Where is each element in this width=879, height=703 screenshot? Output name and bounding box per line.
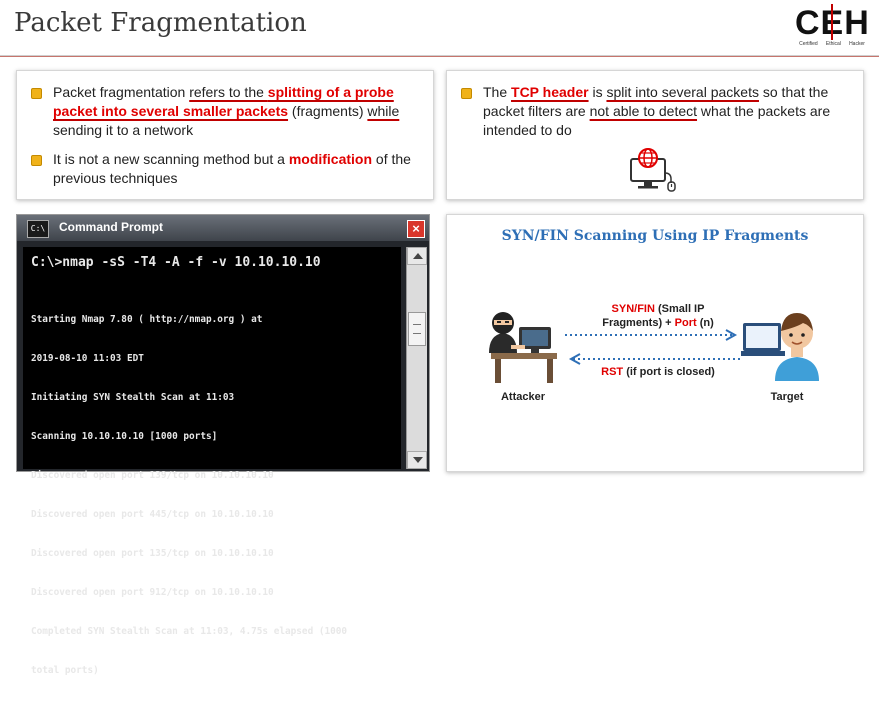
cmd-app-icon: C:\ xyxy=(27,220,49,238)
tcp-text-4: split into several packets xyxy=(606,84,759,100)
bullet-item: The TCP header is split into several pac… xyxy=(459,83,847,140)
tcp-text-6: not able to detect xyxy=(589,103,698,119)
cmd-output-line: Discovered open port 139/tcp on 10.10.10… xyxy=(31,470,274,481)
cmd-console[interactable]: C:\>nmap -sS -T4 -A -f -v 10.10.10.10 St… xyxy=(23,247,401,676)
cmd-titlebar[interactable]: C:\ Command Prompt × xyxy=(17,215,429,241)
diagram-card: SYN/FIN Scanning Using IP Fragments Atta… xyxy=(446,214,864,472)
diagram-title: SYN/FIN Scanning Using IP Fragments xyxy=(501,228,809,244)
cmd-title: Command Prompt xyxy=(59,220,164,234)
arrow-down-icon xyxy=(413,457,423,463)
definition-card: Packet fragmentation refers to the split… xyxy=(16,70,434,200)
cmd-output: Starting Nmap 7.80 ( http://nmap.org ) a… xyxy=(31,287,347,703)
bullet-item: Packet fragmentation refers to the split… xyxy=(29,83,417,140)
cmd-command-line: C:\>nmap -sS -T4 -A -f -v 10.10.10.10 xyxy=(31,255,321,270)
logo-sub-1: Certified xyxy=(799,41,818,47)
cmd-output-line: total ports) xyxy=(31,665,99,676)
tcp-header-card: The TCP header is split into several pac… xyxy=(446,70,864,200)
bullet1-text-2: refers to the xyxy=(189,84,268,100)
arrow-up-icon xyxy=(413,253,423,259)
cmd-output-line: 2019-08-10 11:03 EDT xyxy=(31,353,144,364)
syn-fin-label: SYN/FIN (Small IP Fragments) + Port (n) xyxy=(573,302,743,330)
tcp-bullets: The TCP header is split into several pac… xyxy=(459,83,847,140)
tcp-text-1: The xyxy=(483,84,512,100)
cmd-output-line: Discovered open port 912/tcp on 10.10.10… xyxy=(31,587,274,598)
syn-fin-port: Port xyxy=(674,317,697,329)
syn-fin-n: (n) xyxy=(696,317,714,329)
rst-condition: (if port is closed) xyxy=(623,366,715,378)
cmd-output-line: Scanning 10.10.10.10 [1000 ports] xyxy=(31,431,218,442)
cmd-output-line: Starting Nmap 7.80 ( http://nmap.org ) a… xyxy=(31,314,263,325)
close-icon[interactable]: × xyxy=(407,220,425,238)
cmd-output-line: Discovered open port 445/tcp on 10.10.10… xyxy=(31,509,274,520)
arrows xyxy=(565,329,741,365)
attacker-label: Attacker xyxy=(500,391,546,403)
syn-fin-text: SYN/FIN xyxy=(611,303,655,315)
attacker-icon xyxy=(489,312,557,383)
ceh-logo: CEH Certified Ethical Hacker xyxy=(795,4,869,50)
scroll-down-button[interactable] xyxy=(407,451,427,469)
rst-text: RST xyxy=(601,366,624,378)
vertical-scrollbar[interactable] xyxy=(406,247,427,469)
page-title: Packet Fragmentation xyxy=(14,8,307,38)
syn-fin-small-ip: (Small IP xyxy=(654,303,705,315)
tcp-highlight: TCP header xyxy=(511,84,589,100)
bullet-icon xyxy=(31,155,42,166)
logo-sub-3: Hacker xyxy=(849,41,865,47)
cmd-output-line: Discovered open port 135/tcp on 10.10.10… xyxy=(31,548,274,559)
bullet-icon xyxy=(31,88,42,99)
bullet2-highlight: modification xyxy=(288,151,373,167)
tcp-text-3: is xyxy=(588,84,607,100)
bullet1-text-5: while xyxy=(367,103,400,119)
bullet-item: It is not a new scanning method but a mo… xyxy=(29,150,417,188)
cmd-output-line: Initiating SYN Stealth Scan at 11:03 xyxy=(31,392,235,403)
logo-bar xyxy=(831,4,833,40)
header-accent-line xyxy=(0,56,879,57)
logo-sub-2: Ethical xyxy=(825,41,841,47)
network-monitor-icon xyxy=(630,148,676,192)
bullet2-text-1: It is not a new scanning method but a xyxy=(53,151,289,167)
target-icon xyxy=(741,313,819,381)
scroll-up-button[interactable] xyxy=(407,247,427,265)
bullet1-text-6: sending it to a network xyxy=(53,122,194,138)
bullet-icon xyxy=(461,88,472,99)
target-label: Target xyxy=(770,391,804,403)
bullet1-text-1: Packet fragmentation xyxy=(53,84,190,100)
syn-fin-fragments: Fragments) + xyxy=(602,317,675,329)
logo-subtitle: Certified Ethical Hacker xyxy=(795,41,869,47)
scroll-thumb[interactable] xyxy=(408,312,426,346)
rst-label: RST (if port is closed) xyxy=(573,366,743,378)
command-prompt-window: C:\ Command Prompt × C:\>nmap -sS -T4 -A… xyxy=(16,214,430,676)
definition-bullets: Packet fragmentation refers to the split… xyxy=(29,83,417,188)
cmd-output-line: Completed SYN Stealth Scan at 11:03, 4.7… xyxy=(31,626,348,637)
bullet1-text-4: (fragments) xyxy=(288,103,368,119)
